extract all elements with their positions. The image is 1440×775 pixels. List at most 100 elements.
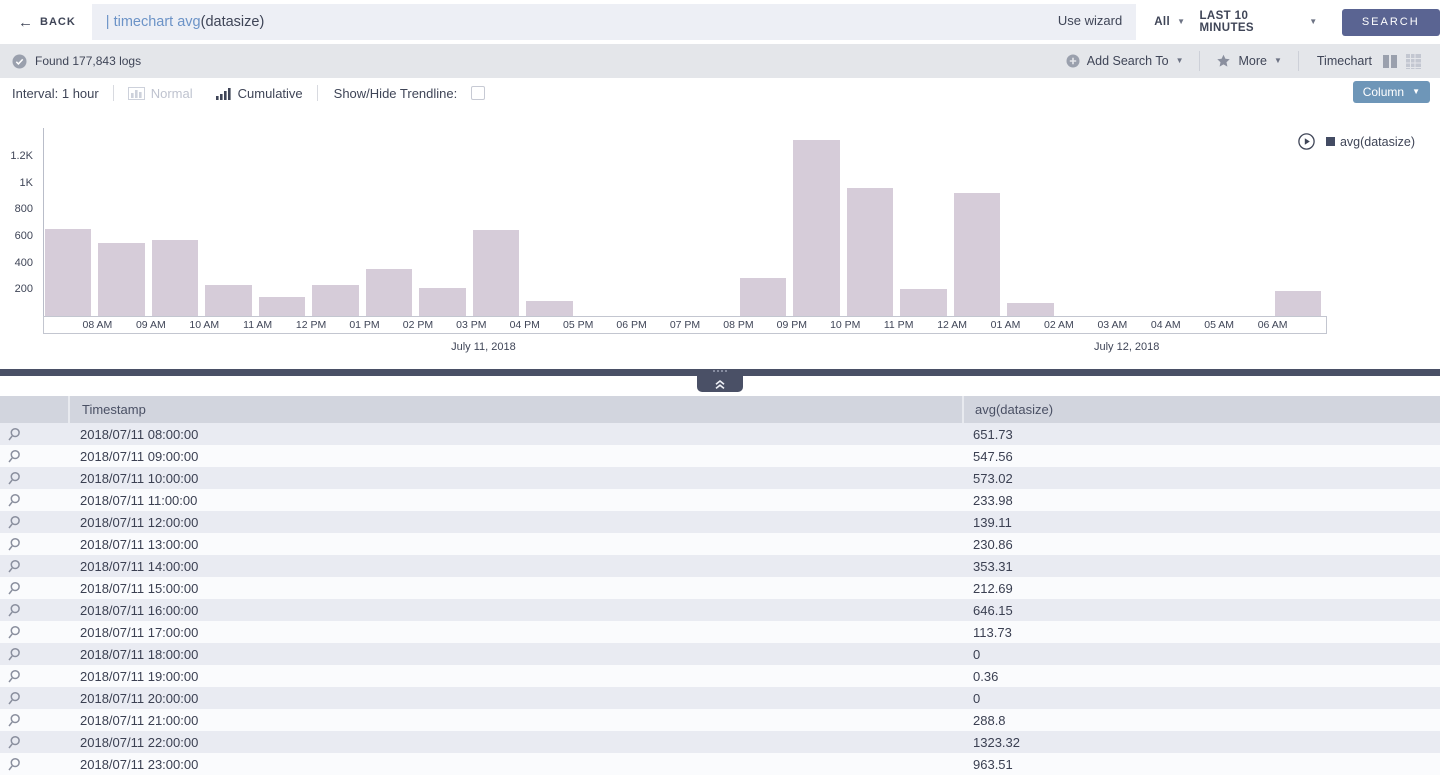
magnifier-icon[interactable] [7, 449, 21, 464]
timestamp-cell: 2018/07/11 18:00:00 [68, 647, 962, 662]
timestamp-cell: 2018/07/11 10:00:00 [68, 471, 962, 486]
magnifier-icon[interactable] [7, 713, 21, 728]
divider [113, 85, 114, 101]
row-expand-cell [0, 559, 68, 574]
magnifier-icon[interactable] [7, 471, 21, 486]
chart-bar[interactable] [900, 289, 946, 316]
chart-bar[interactable] [526, 301, 572, 316]
x-axis-date-labels: July 11, 2018July 12, 2018 [43, 341, 1327, 357]
row-expand-cell [0, 713, 68, 728]
back-button[interactable]: ← BACK [0, 0, 92, 44]
value-cell: 0 [962, 691, 1440, 706]
chart-controls: Interval: 1 hour Normal Cumulative Show/… [0, 78, 1440, 108]
table-row: 2018/07/11 22:00:001323.32 [0, 731, 1440, 753]
magnifier-icon[interactable] [7, 427, 21, 442]
x-tick-label: 07 PM [670, 319, 700, 331]
collapse-panel-tab[interactable] [697, 376, 743, 392]
value-cell: 963.51 [962, 757, 1440, 772]
legend-entry[interactable]: avg(datasize) [1326, 135, 1415, 149]
timestamp-cell: 2018/07/11 11:00:00 [68, 493, 962, 508]
row-expand-cell [0, 471, 68, 486]
magnifier-icon[interactable] [7, 625, 21, 640]
magnifier-icon[interactable] [7, 647, 21, 662]
cumulative-mode-button[interactable]: Cumulative [215, 86, 303, 101]
grid-view-icon[interactable] [1405, 53, 1422, 70]
x-axis-brush[interactable]: 08 AM09 AM10 AM11 AM12 PM01 PM02 PM03 PM… [43, 316, 1327, 334]
table-row: 2018/07/11 20:00:000 [0, 687, 1440, 709]
chart-bar[interactable] [954, 193, 1000, 316]
timestamp-cell: 2018/07/11 23:00:00 [68, 757, 962, 772]
play-circle-icon[interactable] [1298, 133, 1315, 150]
scope-dropdown[interactable]: All ▼ [1154, 16, 1185, 28]
timestamp-column-header[interactable]: Timestamp [68, 396, 962, 423]
trendline-label: Show/Hide Trendline: [334, 86, 458, 101]
add-search-to-menu[interactable]: Add Search To ▼ [1050, 51, 1200, 71]
x-tick-label: 12 AM [937, 319, 967, 331]
magnifier-icon[interactable] [7, 515, 21, 530]
legend-label: avg(datasize) [1340, 135, 1415, 149]
chart-bar[interactable] [366, 269, 412, 316]
value-cell: 139.11 [962, 515, 1440, 530]
chart-bar[interactable] [473, 230, 519, 316]
timestamp-cell: 2018/07/11 17:00:00 [68, 625, 962, 640]
chart-bar[interactable] [1275, 291, 1321, 316]
magnifier-icon[interactable] [7, 757, 21, 772]
row-expand-cell [0, 427, 68, 442]
table-row: 2018/07/11 08:00:00651.73 [0, 423, 1440, 445]
row-expand-cell [0, 515, 68, 530]
table-row: 2018/07/11 13:00:00230.86 [0, 533, 1440, 555]
magnifier-icon[interactable] [7, 603, 21, 618]
y-axis: 2004006008001K1.2K [0, 128, 36, 316]
x-tick-label: 06 AM [1258, 319, 1288, 331]
column-view-icon[interactable] [1382, 53, 1399, 70]
search-button[interactable]: SEARCH [1342, 9, 1440, 36]
table-row: 2018/07/11 14:00:00353.31 [0, 555, 1440, 577]
chart-bar[interactable] [312, 285, 358, 316]
value-cell: 212.69 [962, 581, 1440, 596]
row-expand-cell [0, 449, 68, 464]
chart-bar[interactable] [45, 229, 91, 316]
timestamp-cell: 2018/07/11 14:00:00 [68, 559, 962, 574]
search-query-input[interactable]: | timechart avg(datasize) Use wizard [92, 4, 1136, 40]
chart-plot [43, 128, 1327, 316]
chart-bar[interactable] [152, 240, 198, 316]
x-tick-label: 12 PM [296, 319, 326, 331]
table-row: 2018/07/11 15:00:00212.69 [0, 577, 1440, 599]
chart-bar[interactable] [419, 288, 465, 316]
chart-bar[interactable] [793, 140, 839, 316]
magnifier-icon[interactable] [7, 581, 21, 596]
row-expand-cell [0, 647, 68, 662]
chart-bar[interactable] [205, 285, 251, 316]
magnifier-icon[interactable] [7, 537, 21, 552]
magnifier-icon[interactable] [7, 669, 21, 684]
use-wizard-link[interactable]: Use wizard [1058, 13, 1122, 28]
row-expand-cell [0, 669, 68, 684]
top-search-bar: ← BACK | timechart avg(datasize) Use wiz… [0, 0, 1440, 44]
magnifier-icon[interactable] [7, 559, 21, 574]
add-search-to-label: Add Search To [1087, 54, 1169, 68]
chart-bar[interactable] [98, 243, 144, 316]
chart-bar[interactable] [259, 297, 305, 316]
trendline-checkbox[interactable] [471, 86, 485, 100]
x-tick-label: 03 PM [456, 319, 486, 331]
chart-type-dropdown[interactable]: Column ▼ [1353, 81, 1430, 103]
chart-bar[interactable] [740, 278, 786, 317]
panel-divider[interactable] [0, 369, 1440, 376]
normal-mode-button[interactable]: Normal [128, 86, 193, 101]
more-menu[interactable]: More ▼ [1200, 51, 1297, 71]
view-toggle [1382, 53, 1428, 70]
y-tick-label: 400 [0, 257, 33, 269]
time-range-dropdown[interactable]: LAST 10 MINUTES ▼ [1199, 10, 1317, 34]
ascending-bars-icon [215, 87, 232, 100]
chart-bar[interactable] [847, 188, 893, 316]
magnifier-icon[interactable] [7, 691, 21, 706]
value-column-header[interactable]: avg(datasize) [962, 396, 1440, 423]
timestamp-cell: 2018/07/11 09:00:00 [68, 449, 962, 464]
y-tick-label: 600 [0, 230, 33, 242]
timestamp-cell: 2018/07/11 21:00:00 [68, 713, 962, 728]
magnifier-icon[interactable] [7, 735, 21, 750]
value-cell: 646.15 [962, 603, 1440, 618]
x-tick-label: 08 PM [723, 319, 753, 331]
chart-bar[interactable] [1007, 303, 1053, 316]
magnifier-icon[interactable] [7, 493, 21, 508]
